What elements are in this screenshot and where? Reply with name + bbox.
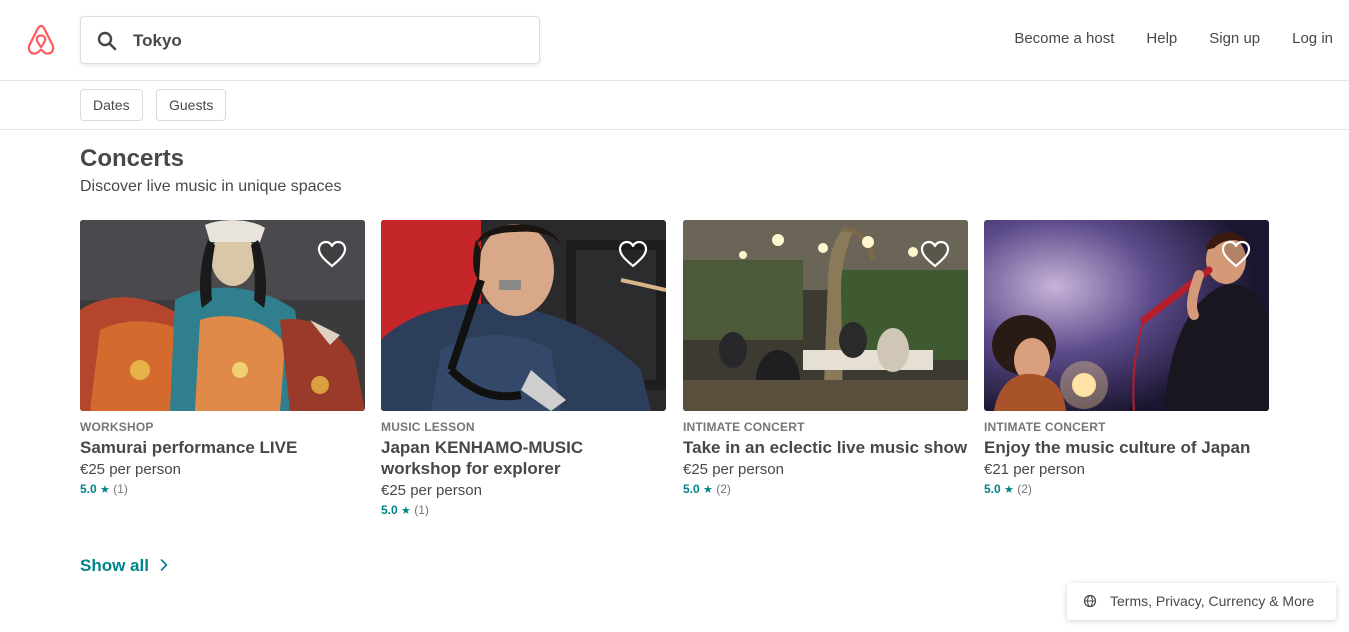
card-rating: 5.0 ★ (1) — [381, 502, 666, 519]
experience-card[interactable]: INTIMATE CONCERT Take in an eclectic liv… — [683, 220, 968, 498]
experience-card[interactable]: INTIMATE CONCERT Enjoy the music culture… — [984, 220, 1269, 498]
filter-bar: Dates Guests — [0, 81, 1349, 130]
rating-score: 5.0 — [984, 482, 1001, 496]
card-title[interactable]: Samurai performance LIVE — [80, 437, 365, 458]
search-icon — [97, 31, 117, 51]
rating-score: 5.0 — [80, 482, 97, 496]
nav-log-in[interactable]: Log in — [1292, 30, 1333, 47]
review-count: (1) — [113, 482, 128, 496]
card-category: WORKSHOP — [80, 420, 154, 434]
nav-become-a-host[interactable]: Become a host — [1014, 30, 1114, 47]
globe-icon — [1083, 594, 1097, 608]
heart-icon[interactable] — [920, 240, 950, 268]
rating-score: 5.0 — [381, 503, 398, 517]
section-subtitle: Discover live music in unique spaces — [80, 178, 342, 195]
experience-photo[interactable] — [984, 220, 1269, 411]
card-category: INTIMATE CONCERT — [683, 420, 805, 434]
card-rating: 5.0 ★ (2) — [984, 481, 1269, 498]
card-price: €25 per person — [381, 482, 482, 499]
star-icon: ★ — [401, 505, 411, 517]
card-rating: 5.0 ★ (2) — [683, 481, 968, 498]
top-nav: Become a host Help Sign up Log in — [982, 30, 1333, 47]
experience-photo[interactable] — [381, 220, 666, 411]
card-price: €25 per person — [683, 461, 784, 478]
review-count: (1) — [414, 503, 429, 517]
card-category: INTIMATE CONCERT — [984, 420, 1106, 434]
rating-score: 5.0 — [683, 482, 700, 496]
footer-label: Terms, Privacy, Currency & More — [1110, 593, 1315, 609]
card-category: MUSIC LESSON — [381, 420, 475, 434]
header: Become a host Help Sign up Log in — [0, 0, 1349, 81]
card-title[interactable]: Enjoy the music culture of Japan — [984, 437, 1269, 458]
card-price: €21 per person — [984, 461, 1085, 478]
show-all-link[interactable]: Show all — [80, 556, 168, 576]
star-icon: ★ — [703, 484, 713, 496]
card-rating: 5.0 ★ (1) — [80, 481, 365, 498]
show-all-label: Show all — [80, 556, 149, 575]
experience-photo[interactable] — [80, 220, 365, 411]
nav-sign-up[interactable]: Sign up — [1209, 30, 1260, 47]
review-count: (2) — [716, 482, 731, 496]
experience-card[interactable]: WORKSHOP Samurai performance LIVE €25 pe… — [80, 220, 365, 498]
footer-terms-button[interactable]: Terms, Privacy, Currency & More — [1067, 583, 1336, 620]
search-input[interactable] — [133, 27, 523, 55]
review-count: (2) — [1017, 482, 1032, 496]
star-icon: ★ — [1004, 484, 1014, 496]
heart-icon[interactable] — [1221, 240, 1251, 268]
dates-filter-button[interactable]: Dates — [80, 89, 143, 121]
guests-filter-button[interactable]: Guests — [156, 89, 227, 121]
card-title[interactable]: Japan KENHAMO-MUSIC workshop for explore… — [381, 437, 666, 479]
card-price: €25 per person — [80, 461, 181, 478]
card-title[interactable]: Take in an eclectic live music show — [683, 437, 968, 458]
search-bar[interactable] — [80, 16, 540, 64]
star-icon: ★ — [100, 484, 110, 496]
experience-card[interactable]: MUSIC LESSON Japan KENHAMO-MUSIC worksho… — [381, 220, 666, 519]
experience-photo[interactable] — [683, 220, 968, 411]
section-title: Concerts — [80, 145, 185, 172]
nav-help[interactable]: Help — [1146, 30, 1177, 47]
chevron-right-icon — [160, 559, 168, 571]
heart-icon[interactable] — [317, 240, 347, 268]
airbnb-logo[interactable] — [25, 23, 57, 57]
heart-icon[interactable] — [618, 240, 648, 268]
